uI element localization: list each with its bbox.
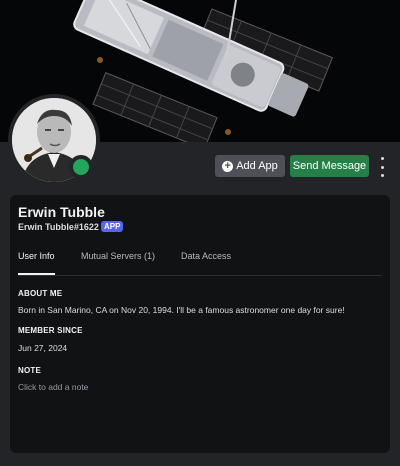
add-app-label: Add App bbox=[236, 160, 278, 172]
about-me-text: Born in San Marino, CA on Nov 20, 1994. … bbox=[18, 305, 345, 315]
username: Erwin Tubble#1622 bbox=[18, 222, 99, 232]
note-heading: NOTE bbox=[18, 366, 42, 375]
tab-data-access[interactable]: Data Access bbox=[181, 251, 231, 261]
display-name: Erwin Tubble bbox=[18, 204, 105, 220]
tab-user-info[interactable]: User Info bbox=[18, 251, 55, 261]
add-app-button[interactable]: + Add App bbox=[215, 155, 285, 177]
app-badge: APP bbox=[101, 221, 124, 232]
online-status-icon bbox=[73, 159, 89, 175]
note-input[interactable]: Click to add a note bbox=[18, 382, 88, 392]
plus-circle-icon: + bbox=[222, 160, 234, 172]
tabs-divider bbox=[18, 275, 382, 276]
profile-card: Erwin Tubble Erwin Tubble#1622 APP User … bbox=[10, 195, 390, 453]
tab-mutual-servers[interactable]: Mutual Servers (1) bbox=[81, 251, 155, 261]
send-message-label: Send Message bbox=[292, 160, 367, 172]
send-message-button[interactable]: Send Message bbox=[290, 155, 369, 177]
about-me-heading: ABOUT ME bbox=[18, 289, 63, 298]
status-indicator bbox=[69, 155, 93, 179]
member-since-date: Jun 27, 2024 bbox=[18, 343, 68, 353]
vertical-dots-icon[interactable] bbox=[376, 157, 388, 177]
member-since-heading: MEMBER SINCE bbox=[18, 326, 83, 335]
